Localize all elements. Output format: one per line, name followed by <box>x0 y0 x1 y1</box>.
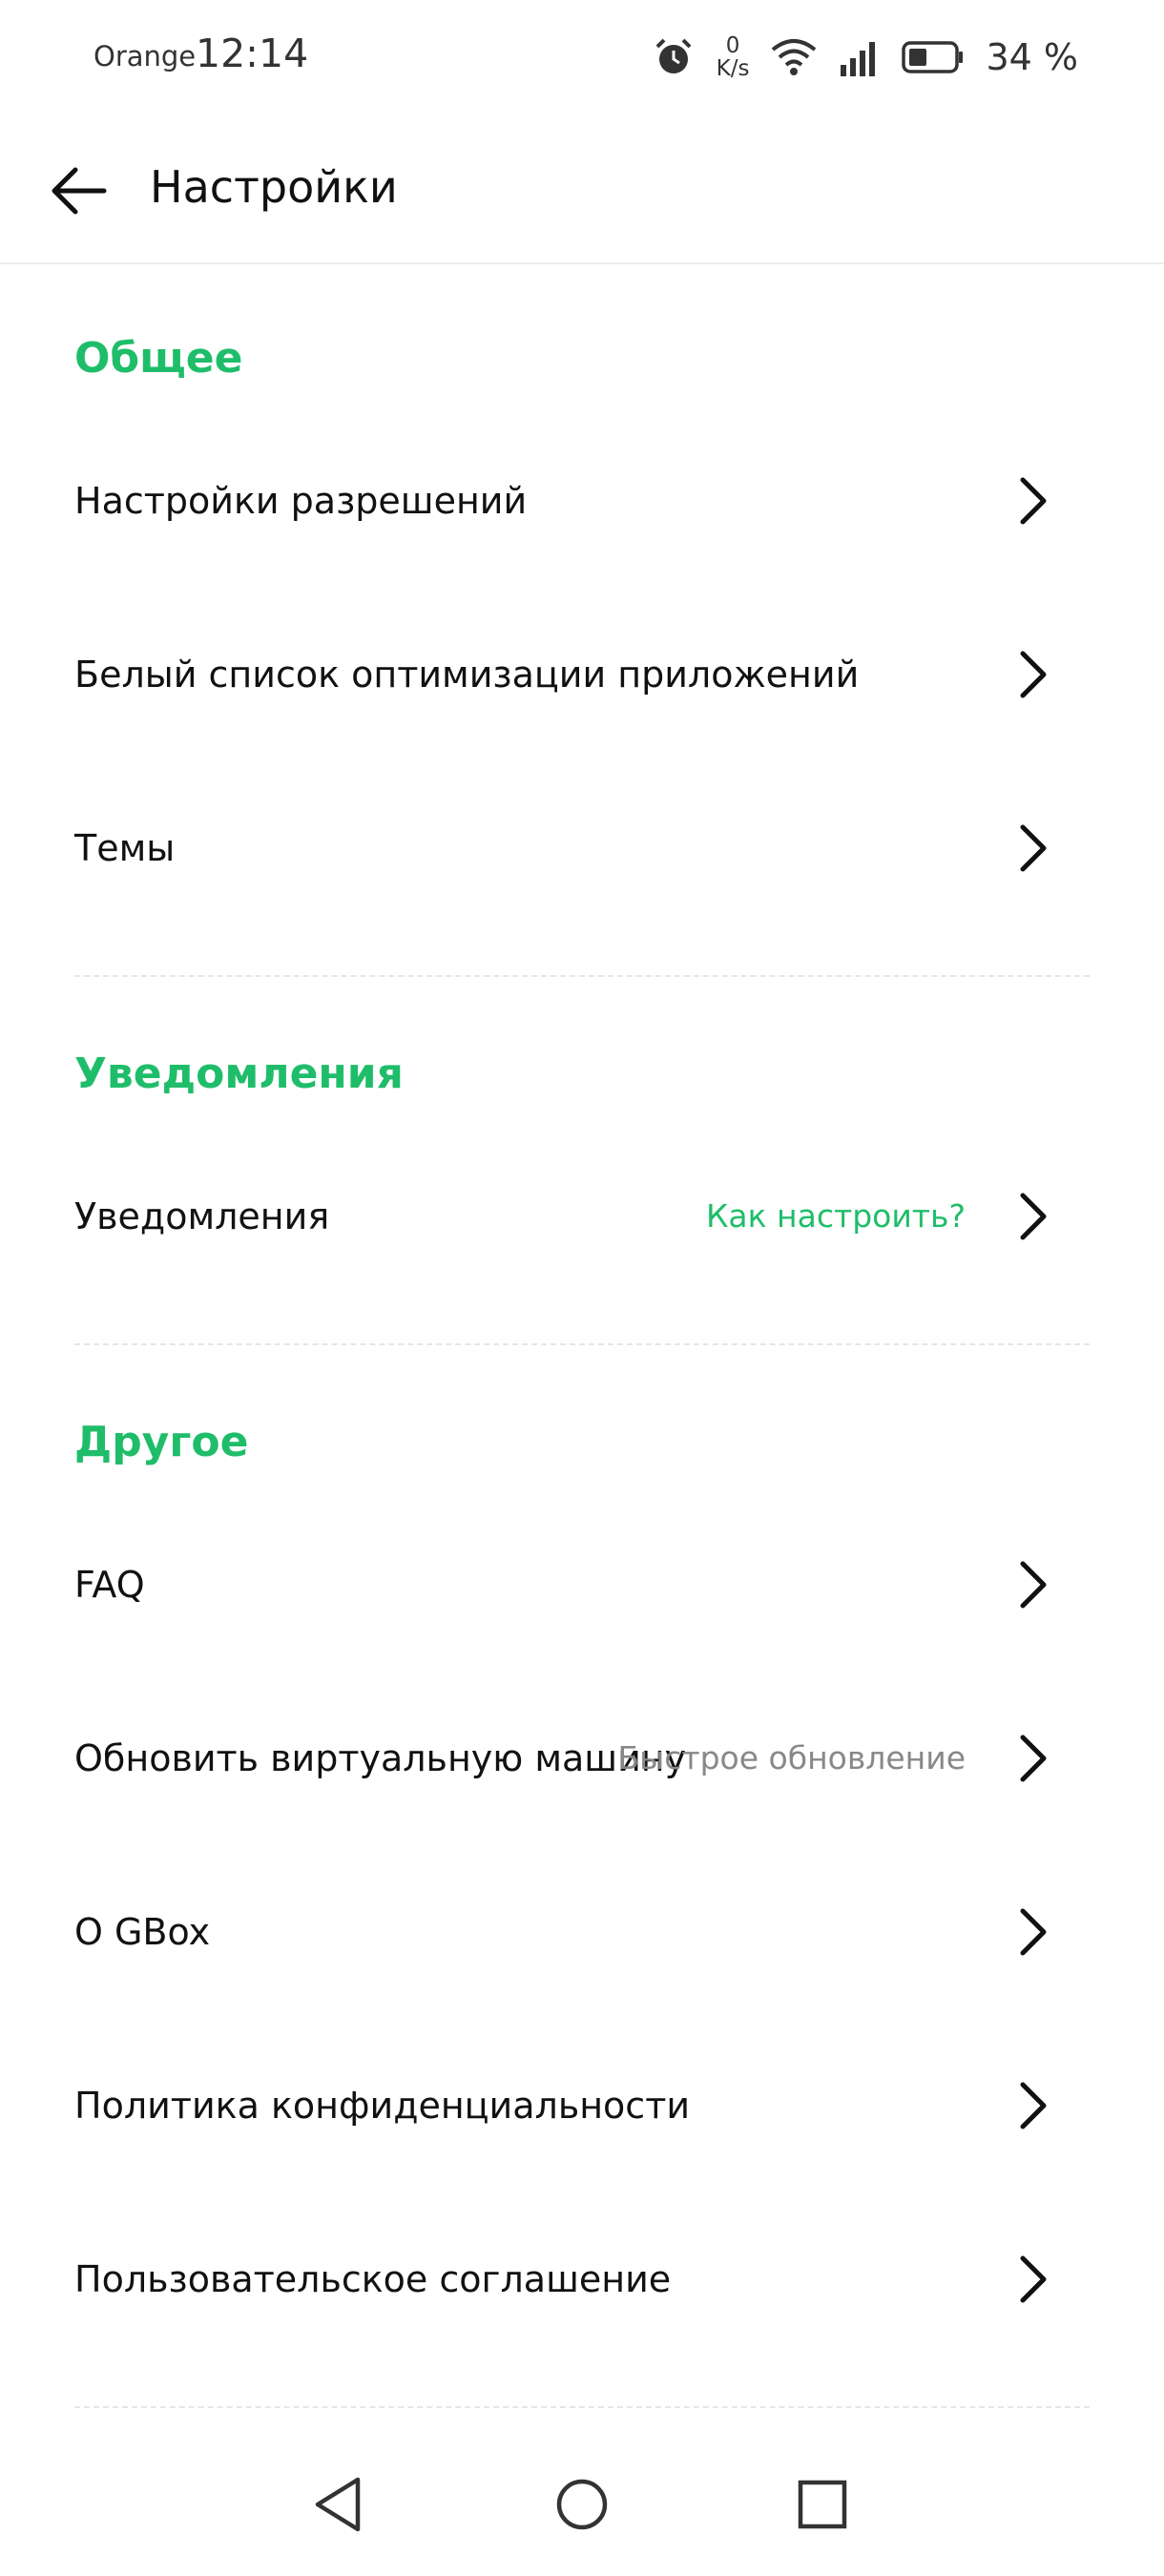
row-label: Обновить виртуальную машину <box>74 1737 687 1779</box>
nav-recents-button[interactable] <box>779 2462 865 2547</box>
row-label: Темы <box>74 827 176 869</box>
triangle-back-icon <box>315 2477 361 2532</box>
net-speed-value: 0 <box>725 33 740 58</box>
page-title: Настройки <box>150 161 398 213</box>
chevron-right-icon <box>1020 2255 1047 2303</box>
battery-icon <box>902 41 964 73</box>
row-label: Белый список оптимизации приложений <box>74 654 860 696</box>
settings-row-user-agreement[interactable]: Пользовательское соглашение <box>0 2208 1164 2351</box>
chevron-right-icon <box>1020 477 1047 525</box>
row-label: Настройки разрешений <box>74 480 528 522</box>
settings-row-privacy-policy[interactable]: Политика конфиденциальности <box>0 2034 1164 2177</box>
row-label: Уведомления <box>74 1195 330 1237</box>
battery-percentage: 34 % <box>986 36 1078 78</box>
section-divider <box>74 1343 1090 1345</box>
circle-home-icon <box>556 2479 608 2530</box>
net-speed-unit: K/s <box>716 56 750 81</box>
chevron-right-icon <box>1020 824 1047 872</box>
chevron-right-icon <box>1020 2082 1047 2129</box>
arrow-left-icon <box>52 167 107 215</box>
section-title-other: Другое <box>74 1418 249 1466</box>
how-to-configure-link[interactable]: Как настроить? <box>706 1145 966 1288</box>
quick-update-hint: Быстрое обновление <box>617 1739 966 1776</box>
app-bar: Настройки <box>0 124 1164 264</box>
settings-row-whitelist[interactable]: Белый список оптимизации приложений <box>0 603 1164 746</box>
settings-row-faq[interactable]: FAQ <box>0 1513 1164 1656</box>
chevron-right-icon <box>1020 651 1047 698</box>
settings-row-notifications[interactable]: Уведомления Как настроить? <box>0 1145 1164 1288</box>
settings-row-themes[interactable]: Темы <box>0 777 1164 920</box>
signal-icon <box>841 42 876 76</box>
row-label: Политика конфиденциальности <box>74 2085 691 2127</box>
wifi-icon <box>772 39 817 75</box>
chevron-right-icon <box>1020 1193 1047 1240</box>
row-label: О GBox <box>74 1911 211 1953</box>
section-title-general: Общее <box>74 334 243 383</box>
settings-row-about[interactable]: О GBox <box>0 1860 1164 2004</box>
square-recents-icon <box>798 2480 847 2529</box>
chevron-right-icon <box>1020 1561 1047 1609</box>
nav-back-button[interactable] <box>296 2462 382 2547</box>
system-nav-bar <box>0 2462 1164 2576</box>
row-label: FAQ <box>74 1564 145 1606</box>
alarm-icon <box>655 38 692 73</box>
section-divider <box>74 2406 1090 2408</box>
section-divider <box>74 975 1090 977</box>
carrier-name: Orange <box>94 40 197 73</box>
status-bar: Orange 12:14 0 K/s 34 % <box>0 0 1164 114</box>
chevron-right-icon <box>1020 1735 1047 1782</box>
back-button[interactable] <box>38 151 118 231</box>
status-icons: 0 K/s 34 % <box>652 29 1078 86</box>
status-time: 12:14 <box>196 31 309 76</box>
net-speed: 0 K/s <box>717 34 750 80</box>
chevron-right-icon <box>1020 1908 1047 1956</box>
section-title-notifications: Уведомления <box>74 1049 404 1098</box>
row-label: Пользовательское соглашение <box>74 2258 672 2300</box>
nav-home-button[interactable] <box>539 2462 625 2547</box>
settings-row-permissions[interactable]: Настройки разрешений <box>0 429 1164 572</box>
settings-row-update-vm[interactable]: Обновить виртуальную машину Быстрое обно… <box>0 1687 1164 1830</box>
